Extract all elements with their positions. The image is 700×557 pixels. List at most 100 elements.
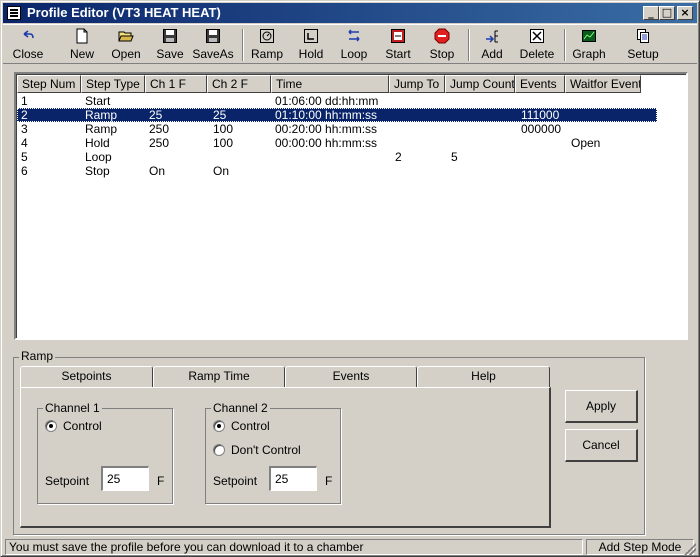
graph-icon [581,28,597,44]
cell-ch2: 100 [213,136,234,150]
floppy-disk-icon [162,28,178,44]
cell-ch1: 250 [149,122,170,136]
tab-help[interactable]: Help [417,366,550,387]
profile-editor-window: Profile Editor (VT3 HEAT HEAT) _ □ × Clo… [0,0,700,557]
add-button[interactable]: Add [475,26,509,63]
table-row[interactable]: 4 Hold 250 100 00:00:00 hh:mm:ss Open [17,136,657,150]
start-icon [390,28,406,44]
table-row[interactable]: 6 Stop On On [17,164,657,178]
channel2-setpoint-label: Setpoint [213,474,258,488]
table-row[interactable]: 3 Ramp 250 100 00:20:00 hh:mm:ss 000000 [17,122,657,136]
window-title: Profile Editor (VT3 HEAT HEAT) [27,5,221,20]
setup-icon [635,28,651,44]
resize-grip[interactable] [684,543,696,555]
channel2-control-radio[interactable] [213,420,225,432]
table-row[interactable]: 2 Ramp 25 25 01:10:00 hh:mm:ss 111000 [17,108,657,122]
toolbar: Close New Open Save SaveAs Ramp Hold Loo… [3,24,697,64]
close-window-button[interactable]: × [677,6,693,20]
cell-step-num: 6 [21,164,28,178]
column-ch1[interactable]: Ch 1 F [145,75,207,93]
delete-icon [529,28,545,44]
cell-time: 01:10:00 hh:mm:ss [275,108,378,122]
channel1-setpoint-input[interactable] [101,466,149,491]
channel1-control-label: Control [63,419,102,433]
cell-step-num: 4 [21,136,28,150]
cell-step-num: 2 [21,108,28,122]
column-jump-count[interactable]: Jump Count [445,75,515,93]
hold-button[interactable]: Hold [293,26,329,63]
cell-time: 00:00:00 hh:mm:ss [275,136,378,150]
list-header: Step Num Step Type Ch 1 F Ch 2 F Time Ju… [17,75,657,93]
delete-button[interactable]: Delete [517,26,557,63]
ramp-button[interactable]: Ramp [247,26,287,63]
maximize-button[interactable]: □ [659,6,675,20]
cell-time: 00:20:00 hh:mm:ss [275,122,378,136]
cell-step-type: Start [85,94,111,108]
setup-button[interactable]: Setup [623,26,663,63]
cell-ch2: On [213,164,230,178]
loop-icon [346,28,362,44]
cell-events: 111000 [521,108,560,122]
steps-list[interactable]: Step Num Step Type Ch 1 F Ch 2 F Time Ju… [14,72,688,340]
new-button[interactable]: New [65,26,99,63]
save-button[interactable]: Save [153,26,187,63]
cell-step-type: Stop [85,164,110,178]
loop-button[interactable]: Loop [337,26,371,63]
channel2-setpoint-input[interactable] [269,466,317,491]
cell-step-type: Ramp [85,108,118,122]
save-as-button[interactable]: SaveAs [191,26,235,63]
graph-button[interactable]: Graph [569,26,609,63]
status-bar: You must save the profile before you can… [3,538,697,556]
channel1-label: Channel 1 [43,401,102,415]
channel1-unit: F [157,474,165,488]
cell-jump-to: 2 [395,150,402,164]
cell-events: 000000 [521,122,562,136]
toolbar-separator [242,29,244,61]
stop-button[interactable]: Stop [425,26,459,63]
channel2-dont-control-label: Don't Control [231,443,301,457]
start-button[interactable]: Start [381,26,415,63]
channel1-setpoint-label: Setpoint [45,474,90,488]
open-button[interactable]: Open [107,26,145,63]
cancel-button[interactable]: Cancel [565,429,638,462]
channel2-control-label: Control [231,419,270,433]
column-step-type[interactable]: Step Type [81,75,145,93]
add-step-icon [484,28,500,44]
cell-ch1: 250 [149,136,170,150]
toolbar-separator [564,29,566,61]
table-row[interactable]: 5 Loop 2 5 [17,150,657,164]
column-time[interactable]: Time [271,75,389,93]
stop-sign-icon [434,28,450,44]
tab-events[interactable]: Events [285,366,417,387]
minimize-button[interactable]: _ [643,6,659,20]
channel2-dont-control-radio[interactable] [213,444,225,456]
cell-ch1: On [149,164,166,178]
channel2-unit: F [325,474,333,488]
tab-setpoints[interactable]: Setpoints [20,366,153,387]
close-button[interactable]: Close [9,26,47,63]
column-waitfor-event[interactable]: Waitfor Event [565,75,641,93]
toolbar-separator [468,29,470,61]
cell-step-type: Ramp [85,122,118,136]
open-folder-icon [118,28,134,44]
apply-button[interactable]: Apply [565,390,638,423]
cell-jump-count: 5 [451,150,458,164]
ramp-icon [259,28,275,44]
channel1-control-radio[interactable] [45,420,57,432]
tab-ramp-time[interactable]: Ramp Time [153,366,285,387]
column-jump-to[interactable]: Jump To [389,75,445,93]
floppy-disk-icon [205,28,221,44]
cell-step-type: Loop [85,150,112,164]
column-step-num[interactable]: Step Num [17,75,81,93]
cell-ch2: 25 [213,108,227,122]
column-events[interactable]: Events [515,75,565,93]
title-bar[interactable]: Profile Editor (VT3 HEAT HEAT) _ □ × [3,3,697,23]
table-row[interactable]: 1 Start 01:06:00 dd:hh:mm [17,94,657,108]
cell-step-num: 1 [21,94,28,108]
cell-waitfor-event: Open [571,136,601,150]
cell-step-num: 3 [21,122,28,136]
status-message: You must save the profile before you can… [5,539,583,555]
column-ch2[interactable]: Ch 2 F [207,75,271,93]
hold-icon [303,28,319,44]
cell-ch1: 25 [149,108,163,122]
